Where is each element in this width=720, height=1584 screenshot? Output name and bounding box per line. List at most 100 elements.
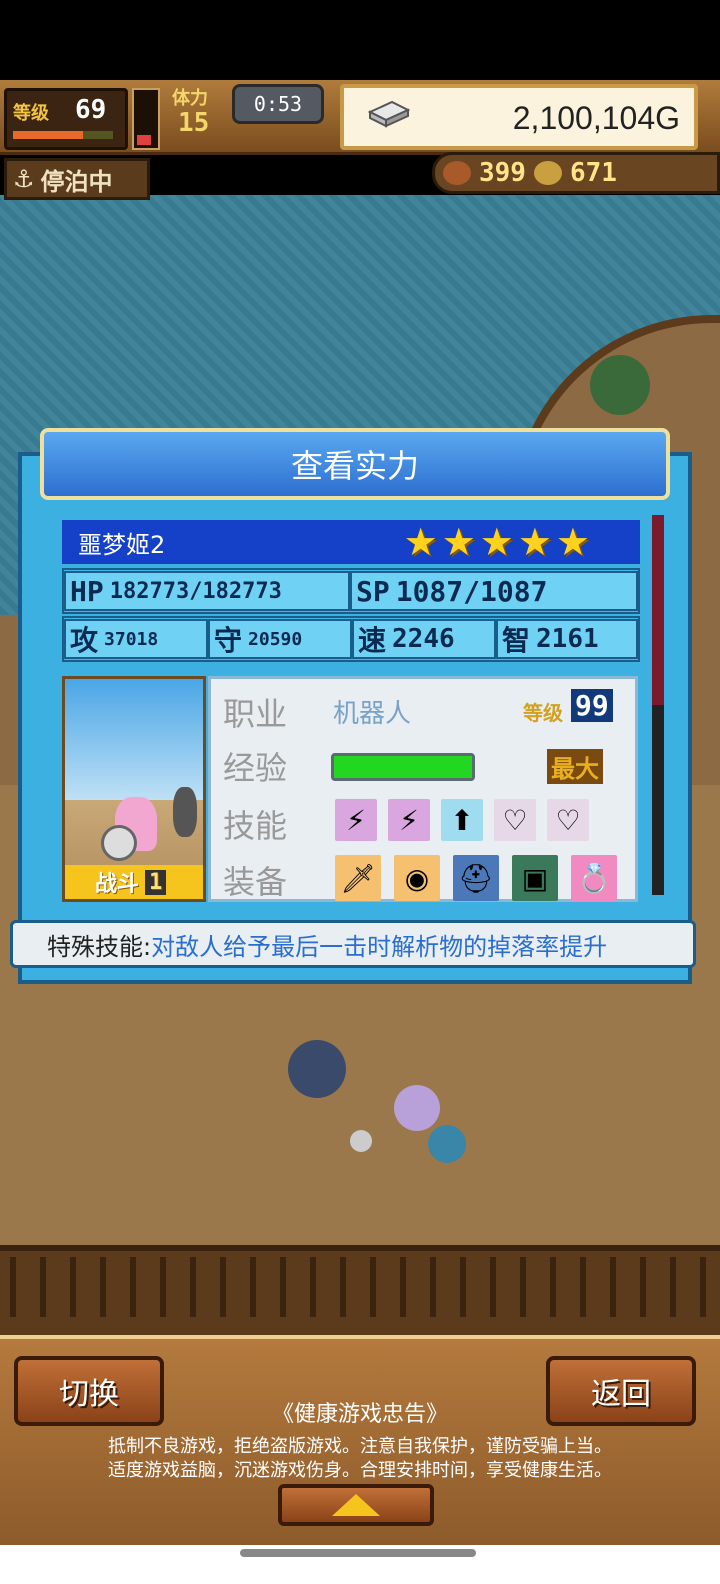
anchor-status-badge[interactable]: ⚓ 停泊中 [4,158,150,200]
serpent-sprite[interactable] [428,1125,466,1163]
rail-post [670,1257,676,1317]
system-nav-bar [0,1545,720,1584]
sp-value: 1087/1087 [395,574,548,608]
resource2-value: 671 [569,158,617,188]
rail-post [190,1257,196,1317]
gold-panel[interactable]: 2,100,104G [340,84,698,150]
rail-post [610,1257,616,1317]
exp-max-badge: 最大 [547,749,603,784]
knight-sprite[interactable] [288,1040,346,1098]
anchor-status-text: 停泊中 [40,167,113,196]
spd-value: 2246 [392,624,455,654]
rarity-stars: ★ ★ ★ ★ ★ [404,522,590,562]
star-icon: ★ [479,520,514,564]
exp-progress-fill [334,756,472,778]
resources-bar: 399 671 [432,152,720,194]
dragon-sprite[interactable] [590,355,650,415]
stamina-value: 15 [178,108,210,138]
small-robot-sprite[interactable] [350,1130,372,1152]
dialog-scrollbar[interactable] [652,515,664,895]
gold-amount: 2,100,104G [512,100,680,136]
rail-post [250,1257,256,1317]
resource1-value: 399 [479,158,526,188]
int-stat: 智 2161 [496,619,638,659]
rail-post [460,1257,466,1317]
expand-menu-button[interactable] [278,1484,434,1526]
character-level-value: 99 [571,689,613,722]
special-skill-bar: 特殊技能: 对敌人给予最后一击时解析物的掉落率提升 [10,920,696,968]
heart-icon[interactable]: ♡ [547,799,589,841]
level-value: 69 [75,95,107,125]
equip-label: 装备 [223,863,288,901]
special-skill-label: 特殊技能: [47,932,152,961]
armor-statue-sprite [173,787,197,837]
hp-stat: HP 182773/182773 [64,571,350,611]
rail-post [280,1257,286,1317]
battle-tag-number: 1 [145,869,167,895]
character-name-row: 噩梦姬2 ★ ★ ★ ★ ★ [62,520,640,564]
rail-post [130,1257,136,1317]
stat-row-hp-sp: HP 182773/182773 SP 1087/1087 [62,568,640,614]
heart-icon[interactable]: ♡ [494,799,536,841]
job-label: 职业 [223,695,288,733]
rail-post [370,1257,376,1317]
rail-post [40,1257,46,1317]
sword-icon[interactable]: 🗡 [335,855,381,901]
ghost-sprite[interactable] [394,1085,440,1131]
stamina-gauge-fill [137,134,151,145]
arrow-up-icon [332,1494,380,1516]
hp-label: HP [70,574,104,608]
character-name: 噩梦姬2 [78,530,166,559]
sp-stat: SP 1087/1087 [350,571,638,611]
battle-position-tag: 战斗 1 [65,865,203,899]
helmet-icon[interactable]: ⛑ [453,855,499,901]
def-value: 20590 [248,628,303,650]
stamina-timer: 0:53 [232,84,324,124]
rail-post [490,1257,496,1317]
int-label: 智 [502,624,531,657]
rail-post [340,1257,346,1317]
atk-label: 攻 [70,624,99,657]
special-skill-text: 对敌人给予最后一击时解析物的掉落率提升 [151,932,608,961]
player-level-box[interactable]: 等级 69 [4,88,128,150]
battle-tag-label: 战斗 [95,872,140,897]
rail-post [700,1257,706,1317]
rail-post [550,1257,556,1317]
armor-icon[interactable]: ▣ [512,855,558,901]
rail-post [10,1257,16,1317]
job-value: 机器人 [333,699,412,729]
rail-post [160,1257,166,1317]
skill-label: 技能 [223,807,288,845]
spd-stat: 速 2246 [352,619,496,659]
character-info-panel: 职业 机器人 等级 99 经验 最大 技能 ⚡ ⚡ ⬆ ♡ ♡ 装备 🗡 ◉ ⛑ ▣ 💍 [208,676,638,902]
stamina-gauge [132,88,160,150]
level-label: 等级 [13,103,49,124]
star-icon: ★ [403,520,438,564]
atk-value: 37018 [104,628,159,650]
status-bar [0,0,720,80]
home-gesture-handle[interactable] [240,1549,476,1557]
def-stat: 守 20590 [208,619,352,659]
stamina-label: 体力 [172,88,208,109]
rail-post [100,1257,106,1317]
character-portrait[interactable]: 战斗 1 [62,676,206,902]
arrow-up-icon[interactable]: ⬆ [441,799,483,841]
rail-post [520,1257,526,1317]
medal-icon [533,161,562,185]
star-icon: ★ [555,520,590,564]
sp-label: SP [356,574,390,608]
lightning-icon[interactable]: ⚡ [335,799,377,841]
ring-icon[interactable]: 💍 [571,855,617,901]
health-notice-title: 《健康游戏忠告》 [271,1402,448,1427]
food-icon [443,161,471,185]
rail-post [220,1257,226,1317]
lightning-icon[interactable]: ⚡ [388,799,430,841]
gold-bar-icon [367,100,411,128]
spd-label: 速 [358,624,387,657]
atk-stat: 攻 37018 [64,619,208,659]
dialog-scroll-thumb[interactable] [652,515,664,705]
star-icon: ★ [441,520,476,564]
def-label: 守 [214,624,243,657]
rail-post [640,1257,646,1317]
shield-icon[interactable]: ◉ [394,855,440,901]
